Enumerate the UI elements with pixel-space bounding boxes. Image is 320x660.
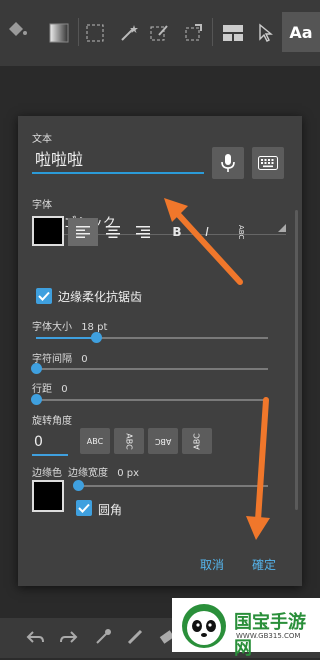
arrow-to-text-input (164, 198, 243, 285)
watermark: 国宝手游网 WWW.GB315.COM (172, 598, 320, 659)
annotation-arrows (164, 198, 270, 540)
panda-logo-icon (182, 604, 226, 648)
watermark-url: WWW.GB315.COM (236, 632, 301, 640)
arrow-to-ok-button (246, 397, 270, 540)
